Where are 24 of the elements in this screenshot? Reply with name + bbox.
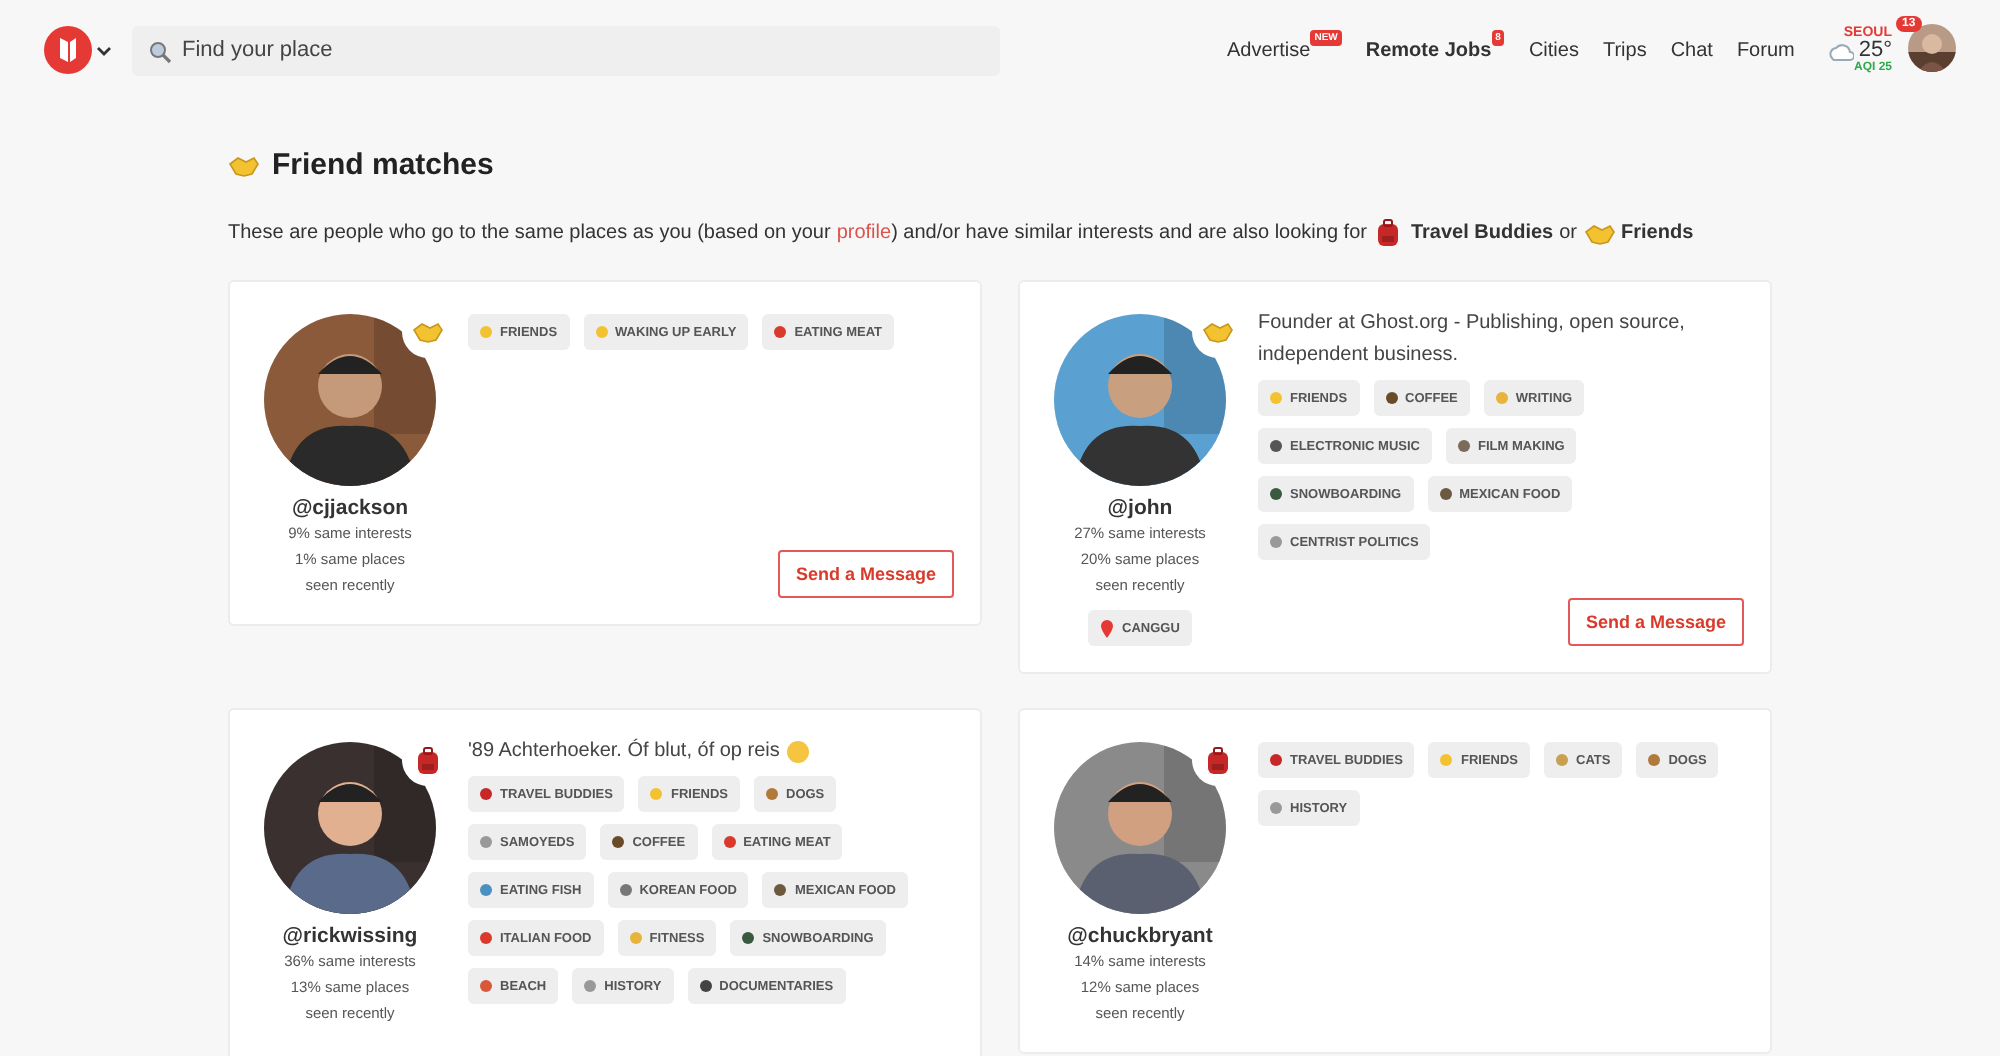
nav-link[interactable]: Forum [1736, 39, 1795, 61]
nav-link[interactable]: Trips [1602, 39, 1647, 61]
page-title: Friend matches [272, 148, 494, 182]
nav-link[interactable]: Chat [1670, 39, 1713, 61]
search-field[interactable]: Find your place [132, 25, 1000, 75]
send-message-button[interactable]: Send a Message [1567, 598, 1744, 646]
caret-icon [96, 43, 112, 57]
bio-text: Founder at Ghost.org - Publishing, open source, independent business. [1258, 310, 1687, 370]
nav-link[interactable]: Remote Jobs [1365, 39, 1492, 61]
username[interactable]: @john [1107, 496, 1173, 520]
username[interactable]: @rickwissing [282, 924, 418, 948]
nav-link[interactable]: Cities [1528, 39, 1579, 61]
profile-link[interactable]: profile [836, 219, 892, 247]
pin-icon [1100, 619, 1115, 637]
bio-text: '89 Achterhoeker. Óf blut, óf op reis [468, 736, 780, 766]
temperature: 25° [1858, 40, 1892, 62]
search-icon [148, 39, 172, 63]
send-message-button[interactable]: Send a Message [777, 550, 954, 598]
username[interactable]: @cjjackson [291, 496, 409, 520]
username[interactable]: @chuckbryant [1067, 924, 1213, 948]
intro-text: These are people who go to the same places as you (based on your profile) and/or have similar interests and are also looking for Travel Buddies or Friends [228, 218, 1694, 248]
cloud-icon [1826, 40, 1855, 62]
nav-link[interactable]: Advertise [1227, 39, 1311, 61]
logo-icon [44, 26, 92, 74]
